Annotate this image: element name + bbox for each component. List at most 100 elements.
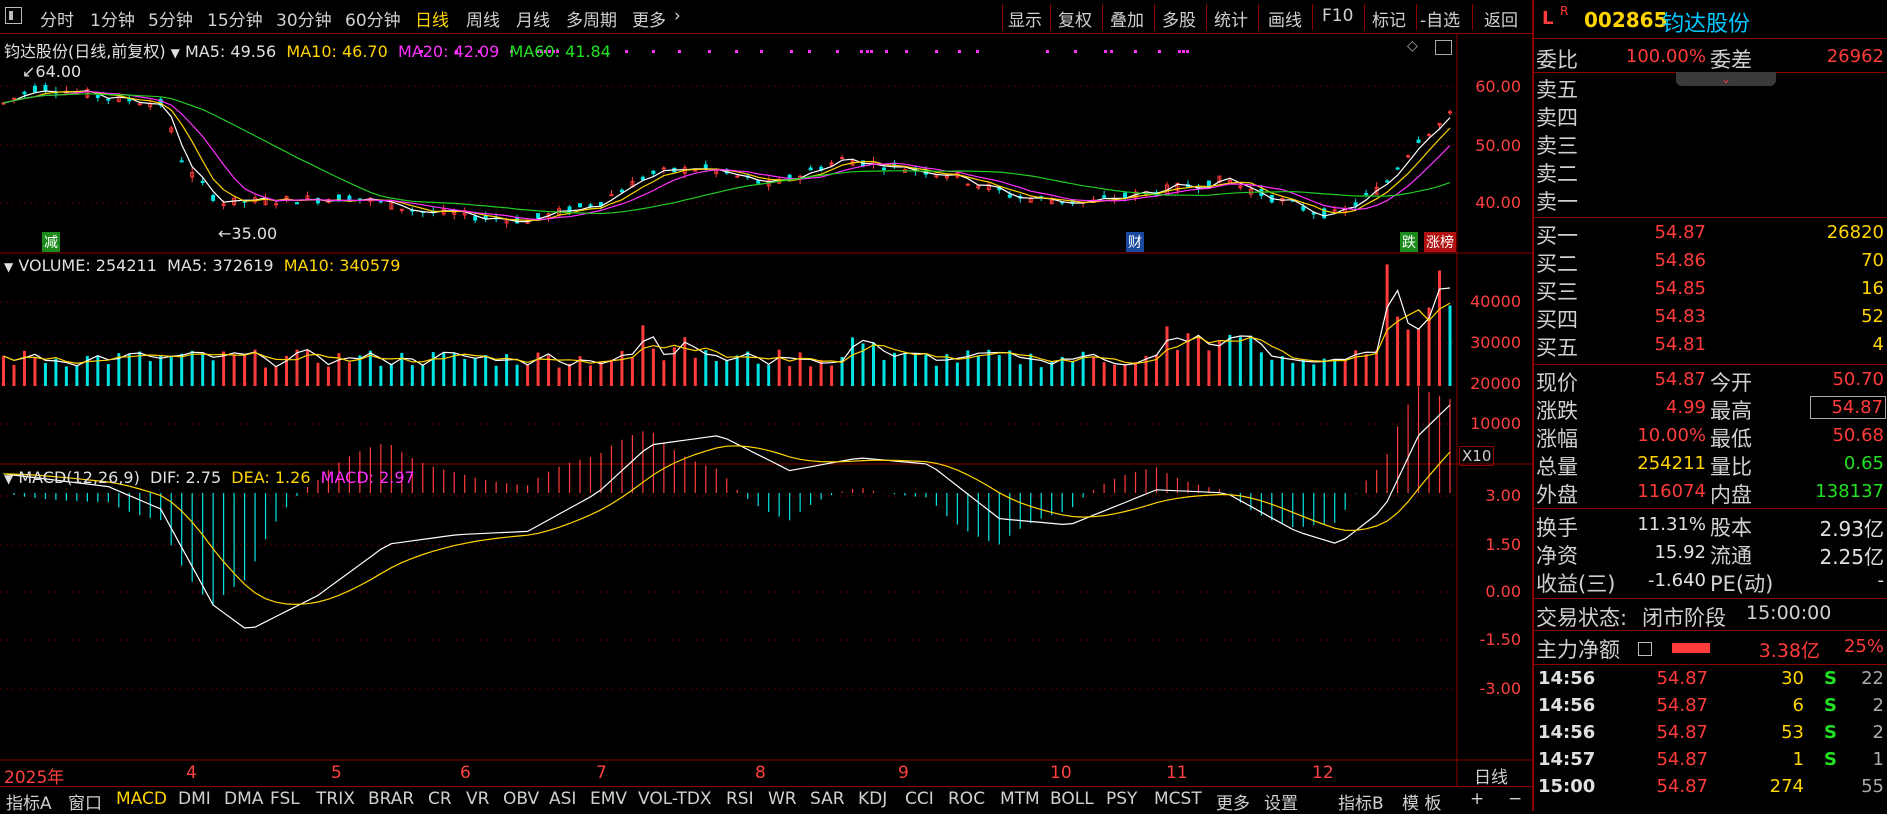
volume-bar — [1039, 367, 1043, 386]
indicator-tab[interactable]: BRAR — [368, 789, 414, 809]
indicator-tab[interactable]: TRIX — [316, 789, 355, 809]
back-button[interactable]: 返回 — [1484, 6, 1518, 31]
period-daily[interactable]: 日线 — [415, 6, 449, 31]
indicator-tab[interactable]: WR — [768, 789, 797, 809]
volume-bar — [872, 342, 875, 386]
volume-bar — [96, 355, 100, 386]
statistics-button[interactable]: 统计 — [1214, 6, 1248, 31]
indicator-b-button[interactable]: 指标B — [1338, 789, 1384, 814]
template-button[interactable]: 模 板 — [1402, 789, 1441, 814]
collapse-toggle-icon[interactable]: ⌄ — [1676, 72, 1776, 86]
menu-icon[interactable] — [5, 7, 22, 24]
chevron-right-icon[interactable]: › — [674, 6, 681, 26]
stat-label: 外盘 — [1536, 483, 1578, 507]
minus-icon[interactable]: − — [1508, 789, 1522, 809]
candle-body — [1123, 192, 1128, 198]
overlay-button[interactable]: 叠加 — [1110, 6, 1144, 31]
time-label: 9 — [898, 763, 909, 783]
die-marker[interactable]: 跌 — [1400, 232, 1418, 252]
indicator-tab[interactable]: EMV — [590, 789, 627, 809]
period-15min[interactable]: 15分钟 — [207, 6, 263, 31]
dif-value: DIF: 2.75 — [150, 468, 222, 487]
cai-marker[interactable]: 财 — [1126, 232, 1144, 252]
volume-bar — [913, 352, 917, 386]
tick-volume: 1 — [1792, 749, 1804, 770]
zhangting-marker[interactable]: 涨榜 — [1424, 232, 1456, 252]
volume-bar — [588, 365, 592, 386]
more-indicators-button[interactable]: 更多 — [1216, 789, 1250, 814]
volume-bar — [1071, 361, 1075, 386]
chevron-down-icon[interactable]: ▼ — [4, 260, 13, 274]
period-more[interactable]: 更多 — [632, 6, 666, 31]
volume-bar — [190, 350, 194, 386]
jian-marker[interactable]: 减 — [42, 232, 60, 252]
display-button[interactable]: 显示 — [1008, 6, 1042, 31]
period-monthly[interactable]: 月线 — [516, 6, 550, 31]
multi-stock-button[interactable]: 多股 — [1162, 6, 1196, 31]
volume-bar — [1396, 316, 1400, 386]
event-dot — [866, 50, 869, 53]
volume-bar — [662, 360, 666, 386]
diamond-icon[interactable]: ◇ — [1407, 38, 1418, 54]
period-weekly[interactable]: 周线 — [466, 6, 500, 31]
event-dot — [678, 50, 681, 53]
weicha-value: 26962 — [1826, 46, 1884, 67]
list-icon[interactable] — [1638, 642, 1652, 656]
main-flow-bar — [1672, 643, 1710, 653]
indicator-tab[interactable]: MTM — [1000, 789, 1040, 809]
indicator-tab[interactable]: CR — [428, 789, 452, 809]
watchlist-button[interactable]: -自选 — [1420, 6, 1460, 31]
period-multi[interactable]: 多周期 — [566, 6, 617, 31]
indicator-tab[interactable]: DMA — [224, 789, 263, 809]
tick-time: 14:57 — [1538, 749, 1596, 770]
volume-bar — [1259, 352, 1263, 386]
period-fenshi[interactable]: 分时 — [40, 6, 74, 31]
volume-bar — [253, 349, 257, 386]
indicator-tab[interactable]: ASI — [549, 789, 576, 809]
indicator-tab[interactable]: RSI — [726, 789, 754, 809]
tick-price: 54.87 — [1656, 722, 1708, 743]
candle-body — [840, 157, 845, 160]
indicator-tab[interactable]: KDJ — [858, 789, 887, 809]
period-60min[interactable]: 60分钟 — [345, 6, 401, 31]
volume-bar — [1312, 364, 1316, 386]
tick-price: 54.87 — [1656, 776, 1708, 797]
indicator-tab[interactable]: 指标A — [6, 789, 52, 814]
indicator-tab[interactable]: BOLL — [1050, 789, 1094, 809]
f10-button[interactable]: F10 — [1322, 6, 1353, 26]
stat-value-high: 54.87 — [1810, 396, 1886, 419]
indicator-tab[interactable]: DMI — [178, 789, 211, 809]
stat-value: 54.87 — [1654, 369, 1706, 390]
plus-icon[interactable]: + — [1470, 789, 1484, 809]
candle-body — [211, 194, 216, 201]
indicator-tab[interactable]: VR — [466, 789, 489, 809]
indicator-tab[interactable]: PSY — [1106, 789, 1137, 809]
draw-line-button[interactable]: 画线 — [1268, 6, 1302, 31]
period-1min[interactable]: 1分钟 — [90, 6, 135, 31]
indicator-tab[interactable]: SAR — [810, 789, 845, 809]
candle-body — [619, 189, 624, 193]
volume-bar — [484, 355, 488, 386]
window-toggle-icon[interactable] — [1435, 40, 1452, 55]
indicator-tab[interactable]: CCI — [905, 789, 934, 809]
indicator-tab-macd[interactable]: MACD — [116, 789, 167, 809]
indicator-tab[interactable]: FSL — [270, 789, 300, 809]
mark-button[interactable]: 标记 — [1372, 6, 1406, 31]
bid-volume: 26820 — [1826, 222, 1884, 243]
indicator-tab[interactable]: OBV — [503, 789, 539, 809]
indicator-tab[interactable]: VOL-TDX — [638, 789, 712, 809]
ask-label: 卖二 — [1536, 162, 1578, 186]
indicator-tab[interactable]: MCST — [1154, 789, 1202, 809]
indicator-tab[interactable]: 窗口 — [68, 789, 102, 814]
kline-chart-area[interactable] — [0, 34, 1532, 786]
chevron-down-icon[interactable]: ▼ — [4, 472, 13, 486]
settings-button[interactable]: 设置 — [1264, 789, 1298, 814]
time-label: 5 — [331, 763, 342, 783]
chevron-down-icon[interactable]: ▼ — [171, 46, 180, 60]
indicator-tab[interactable]: ROC — [948, 789, 985, 809]
quote-panel: L R 002865 钧达股份 委比 100.00% 委差 26962 ⌄ 卖五… — [1532, 0, 1887, 811]
period-30min[interactable]: 30分钟 — [276, 6, 332, 31]
period-5min[interactable]: 5分钟 — [148, 6, 193, 31]
tick-time: 14:56 — [1538, 695, 1596, 716]
fuquan-button[interactable]: 复权 — [1058, 6, 1092, 31]
